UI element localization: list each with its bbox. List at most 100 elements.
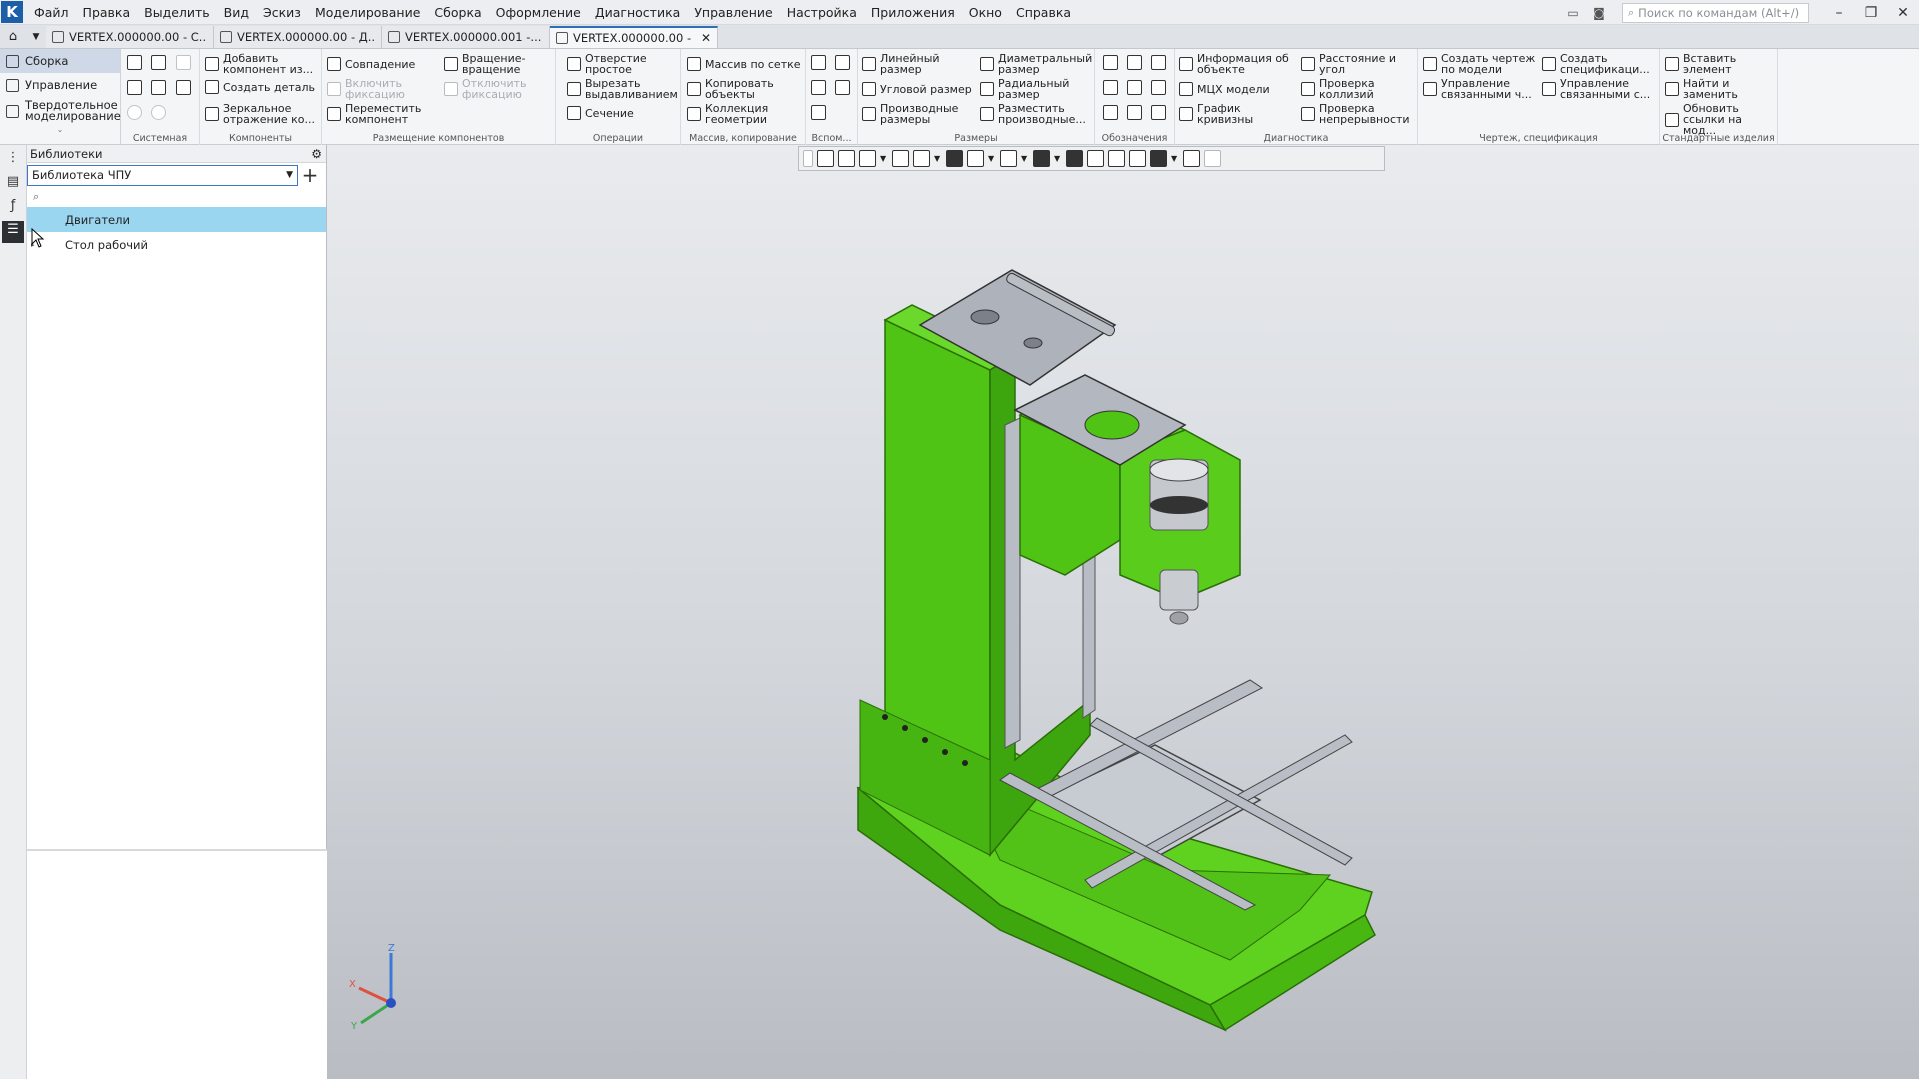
position-icon[interactable] [1103, 105, 1118, 120]
filter-dropdown-icon[interactable]: ▼ [1171, 150, 1179, 167]
symbol-icon[interactable] [1127, 105, 1142, 120]
explode-icon[interactable] [1066, 150, 1083, 167]
menu-apps[interactable]: Приложения [864, 0, 962, 25]
object-info-button[interactable]: Информация об объекте [1179, 53, 1297, 75]
model-viewport[interactable]: Z X Y [327, 145, 1919, 1079]
command-search[interactable]: ⌕ Поиск по командам (Alt+/) [1622, 2, 1809, 23]
open-file-icon[interactable] [151, 55, 166, 70]
create-specification-button[interactable]: Создать спецификаци... [1542, 53, 1658, 75]
menu-edit[interactable]: Правка [76, 0, 138, 25]
library-select[interactable]: Библиотека ЧПУ ▼ [27, 164, 298, 186]
home-icon[interactable]: ⌂ [0, 25, 26, 48]
table-icon[interactable] [1151, 105, 1166, 120]
libraries-icon[interactable]: ☰ [2, 221, 24, 243]
find-replace-button[interactable]: Найти и заменить [1665, 78, 1775, 100]
diameter-dimension-button[interactable]: Диаметральный размер [980, 53, 1092, 75]
continuity-check-button[interactable]: Проверка непрерывности [1301, 103, 1418, 125]
menu-modeling[interactable]: Моделирование [308, 0, 427, 25]
zoom-fit-icon[interactable] [838, 150, 855, 167]
variables-icon[interactable]: ƒ [4, 197, 22, 215]
aux-line-icon[interactable] [811, 105, 826, 120]
measure-icon[interactable] [1183, 150, 1200, 167]
layout-icon[interactable]: ▭ [1560, 6, 1586, 20]
undo-icon[interactable] [127, 105, 142, 120]
section-button[interactable]: Сечение [567, 106, 634, 120]
orient-dropdown-icon[interactable]: ▼ [934, 150, 942, 167]
filter-icon[interactable] [1150, 150, 1167, 167]
aux-plane-icon[interactable] [811, 55, 826, 70]
print-icon[interactable] [127, 80, 142, 95]
derived-dimensions-button[interactable]: Производные размеры [862, 103, 972, 125]
menu-assembly[interactable]: Сборка [427, 0, 488, 25]
menu-view[interactable]: Вид [217, 0, 256, 25]
layers-icon[interactable] [1108, 150, 1125, 167]
curvature-graph-button[interactable]: График кривизны [1179, 103, 1289, 125]
display-dropdown-icon[interactable]: ▼ [988, 150, 996, 167]
gear-icon[interactable]: ⚙ [311, 147, 322, 161]
move-component-button[interactable]: Переместить компонент [327, 103, 437, 125]
disable-fixation-button[interactable]: Отключить фиксацию [444, 78, 549, 100]
section-dropdown-icon[interactable]: ▼ [1054, 150, 1062, 167]
section-view-icon[interactable] [1033, 150, 1050, 167]
menu-file[interactable]: Файл [27, 0, 76, 25]
library-search-input[interactable]: ⌕ [27, 187, 326, 207]
tab-document-2[interactable]: VERTEX.000000.00 - Д... [214, 26, 382, 48]
menu-window[interactable]: Окно [962, 0, 1009, 25]
rotation-rotation-button[interactable]: Вращение-вращение [444, 53, 549, 75]
create-part-button[interactable]: Создать деталь [205, 80, 315, 94]
menu-sketch[interactable]: Эскиз [256, 0, 308, 25]
shaded-view-icon[interactable] [946, 150, 963, 167]
add-component-button[interactable]: Добавить компонент из... [205, 53, 320, 75]
cnc-model[interactable] [327, 145, 1919, 1079]
manage-linked-drawings-button[interactable]: Управление связанными ч... [1423, 78, 1541, 100]
grid-toggle-icon[interactable] [803, 150, 813, 167]
extrude-cut-button[interactable]: Вырезать выдавливанием [567, 78, 681, 100]
update-links-button[interactable]: Обновить ссылки на мод... [1665, 103, 1778, 136]
hide-dropdown-icon[interactable]: ▼ [1021, 150, 1029, 167]
base-icon[interactable] [1127, 55, 1142, 70]
menu-diagnostics[interactable]: Диагностика [588, 0, 687, 25]
save-icon[interactable] [176, 55, 191, 70]
tab-document-1[interactable]: VERTEX.000000.00 - С... [46, 26, 214, 48]
place-derived-button[interactable]: Разместить производные... [980, 103, 1092, 125]
menu-help[interactable]: Справка [1009, 0, 1078, 25]
geometry-collection-button[interactable]: Коллекция геометрии [687, 103, 797, 125]
rotate-icon[interactable] [913, 150, 930, 167]
aux-axis-icon[interactable] [835, 55, 850, 70]
tolerance-icon[interactable] [1151, 55, 1166, 70]
mode-management[interactable]: Управление [0, 73, 120, 97]
screenshot-icon[interactable]: ◙ [1586, 6, 1612, 20]
wireframe-view-icon[interactable] [967, 150, 984, 167]
tree-item-work-table[interactable]: ▸ Стол рабочий [27, 232, 326, 257]
insert-element-button[interactable]: Вставить элемент [1665, 53, 1775, 75]
create-drawing-button[interactable]: Создать чертеж по модели [1423, 53, 1541, 75]
menu-select[interactable]: Выделить [137, 0, 217, 25]
mode-assembly[interactable]: Сборка [0, 49, 120, 73]
roughness-icon[interactable] [1103, 55, 1118, 70]
zoom-dropdown-icon[interactable]: ▼ [880, 150, 888, 167]
pan-icon[interactable] [892, 150, 909, 167]
close-icon[interactable]: ✕ [1887, 5, 1919, 21]
view-orient-icon[interactable] [817, 150, 834, 167]
enable-fixation-button[interactable]: Включить фиксацию [327, 78, 437, 100]
radial-dimension-button[interactable]: Радиальный размер [980, 78, 1092, 100]
edit-icon[interactable] [1204, 150, 1221, 167]
model-tree-icon[interactable]: ⋮ [4, 149, 22, 167]
mass-properties-button[interactable]: МЦХ модели [1179, 82, 1270, 96]
manage-linked-specs-button[interactable]: Управление связанными с... [1542, 78, 1658, 100]
grid-array-button[interactable]: Массив по сетке [687, 57, 801, 71]
distance-angle-button[interactable]: Расстояние и угол [1301, 53, 1416, 75]
component-icon[interactable] [1087, 150, 1104, 167]
collision-check-button[interactable]: Проверка коллизий [1301, 78, 1416, 100]
close-tab-icon[interactable]: ✕ [701, 31, 711, 45]
tab-document-3[interactable]: VERTEX.000000.001 -... [382, 26, 550, 48]
menu-design[interactable]: Оформление [489, 0, 588, 25]
weld-icon[interactable] [1127, 80, 1142, 95]
new-file-icon[interactable] [127, 55, 142, 70]
menu-settings[interactable]: Настройка [780, 0, 864, 25]
tree-item-motors[interactable]: Двигатели [27, 207, 326, 232]
redo-icon[interactable] [151, 105, 166, 120]
zoom-window-icon[interactable] [859, 150, 876, 167]
restore-icon[interactable]: ❐ [1855, 5, 1887, 21]
hide-icon[interactable] [1000, 150, 1017, 167]
